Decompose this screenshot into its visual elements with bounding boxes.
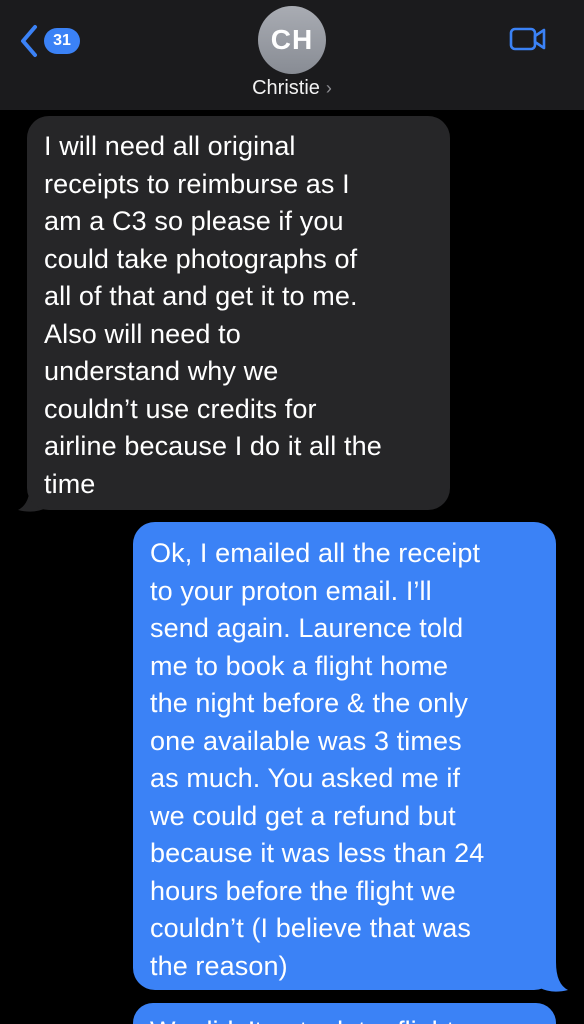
conversation-header: 31 CH Christie › [0, 0, 584, 110]
contact-name-button[interactable]: Christie › [0, 74, 584, 102]
outgoing-message-bubble[interactable]: Ok, I emailed all the receipt to your pr… [133, 522, 556, 990]
messages-screen: 31 CH Christie › I will need all origina… [0, 0, 584, 1024]
video-camera-icon[interactable] [509, 26, 547, 52]
chevron-right-icon: › [325, 77, 332, 98]
outgoing-message-bubble-partial[interactable]: We didn’t get a later flight [133, 1003, 556, 1024]
unread-count-badge: 31 [44, 28, 80, 54]
back-button[interactable]: 31 [18, 24, 80, 58]
chevron-left-icon [21, 25, 37, 57]
incoming-message-bubble[interactable]: I will need all original receipts to rei… [27, 116, 450, 510]
contact-avatar[interactable]: CH [258, 6, 326, 74]
contact-name: Christie [252, 76, 320, 99]
partial-message-text: We didn’t get a later flight [150, 1013, 454, 1024]
